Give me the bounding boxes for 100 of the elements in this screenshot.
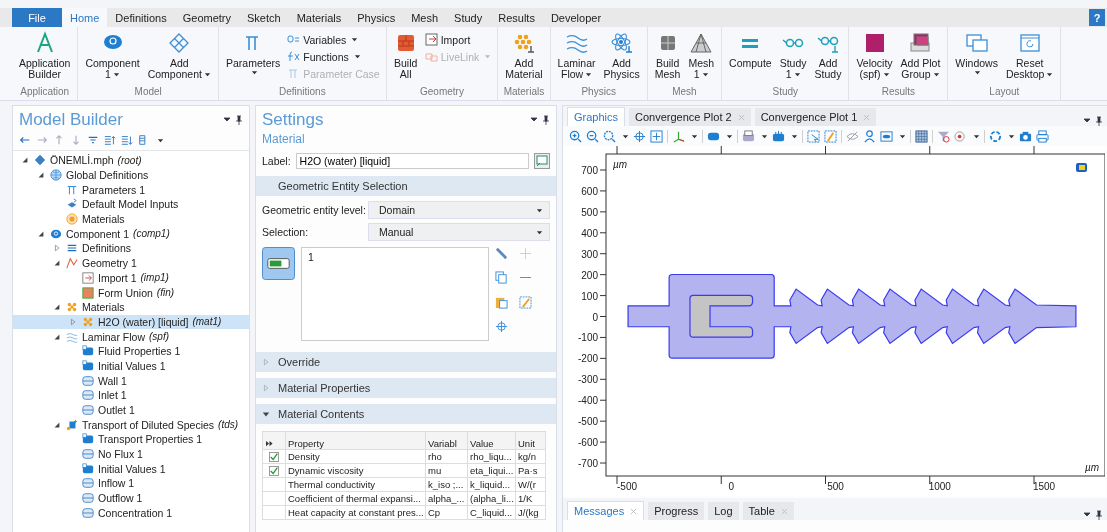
view-tab[interactable]: Messages xyxy=(567,501,645,520)
ribbon-button[interactable]: Study 1 xyxy=(775,29,811,82)
view-tab[interactable]: Graphics xyxy=(567,107,626,126)
ribbon-button[interactable]: Mesh 1 xyxy=(684,29,719,82)
ribbon-button[interactable]: Velocity (spf) xyxy=(852,29,897,82)
ribbon-tab[interactable]: Study xyxy=(446,8,491,27)
view-icon[interactable] xyxy=(1076,163,1087,172)
tree-item[interactable]: Initial Values 1 xyxy=(13,461,249,477)
camera-icon[interactable] xyxy=(1019,129,1032,143)
arrow-left-icon[interactable] xyxy=(19,134,31,146)
zoom-out-icon[interactable] xyxy=(586,129,599,143)
ribbon-tab[interactable]: Mesh xyxy=(403,8,447,27)
caret-icon[interactable] xyxy=(791,132,798,140)
expand-icon[interactable] xyxy=(121,134,133,146)
box-select-icon[interactable] xyxy=(807,129,820,143)
ribbon-small-button[interactable]: Variables xyxy=(284,31,383,48)
label-field[interactable]: H2O (water) [liquid] xyxy=(295,153,529,169)
checkbox[interactable] xyxy=(269,451,279,462)
dropdown-field[interactable]: Domain xyxy=(368,201,550,219)
tree-item[interactable]: Laminar Flow (spf) xyxy=(13,329,249,344)
caret-icon[interactable] xyxy=(899,132,906,140)
ribbon-button[interactable]: Add Study xyxy=(810,29,846,82)
collapse-icon[interactable] xyxy=(104,134,116,146)
tree-item[interactable]: Inlet 1 xyxy=(13,388,249,403)
tree-item[interactable]: Default Model Inputs xyxy=(13,197,249,212)
ribbon-tab[interactable]: Materials xyxy=(288,8,350,27)
section-header[interactable]: Override xyxy=(256,352,556,372)
section-header[interactable]: Material Properties xyxy=(256,378,556,398)
expander-icon[interactable] xyxy=(53,332,61,341)
grid-icon[interactable] xyxy=(915,129,928,143)
caret-icon[interactable] xyxy=(726,132,733,140)
paste-icon[interactable] xyxy=(495,295,508,309)
pin-icon[interactable] xyxy=(1083,510,1103,520)
tree-item[interactable]: Import 1 (imp1) xyxy=(13,270,249,286)
ribbon-button[interactable]: Add Component xyxy=(143,29,215,82)
tree-item[interactable]: Materials xyxy=(13,299,249,315)
pin-icon[interactable] xyxy=(223,115,243,125)
checkbox[interactable] xyxy=(269,465,279,476)
tree-item[interactable]: Inflow 1 xyxy=(13,476,249,491)
printer-icon[interactable] xyxy=(1036,129,1049,143)
pin-icon[interactable] xyxy=(530,115,550,125)
tree-item[interactable]: Fluid Properties 1 xyxy=(13,343,249,359)
tree-item[interactable]: Geometry 1 xyxy=(13,255,249,271)
crosshair-icon[interactable] xyxy=(495,319,508,333)
selection-list[interactable]: 1 xyxy=(301,247,489,341)
help-button[interactable]: ? xyxy=(1089,9,1105,26)
view-tab[interactable]: Progress xyxy=(648,502,705,520)
caret-icon[interactable] xyxy=(1008,132,1015,140)
ribbon-tab[interactable]: Physics xyxy=(349,8,404,27)
tree-item[interactable]: Component 1 (comp1) xyxy=(13,226,249,242)
clear-selection-icon[interactable] xyxy=(519,295,532,309)
axes-icon[interactable] xyxy=(672,129,685,143)
expander-icon[interactable] xyxy=(53,259,61,268)
ribbon-small-button[interactable]: Functions xyxy=(284,48,383,65)
copy-icon[interactable] xyxy=(495,271,508,285)
ribbon-tab[interactable]: File xyxy=(12,8,62,27)
section-header[interactable]: Material Contents xyxy=(256,404,556,424)
caret-icon[interactable] xyxy=(973,132,980,140)
ribbon-tab[interactable]: Definitions xyxy=(107,8,175,27)
eye-lines-icon[interactable] xyxy=(87,134,99,146)
ribbon-button[interactable]: Add Material xyxy=(501,29,547,82)
hide-icon[interactable] xyxy=(846,129,859,143)
ribbon-tab[interactable]: Developer xyxy=(542,8,610,27)
rotate-icon[interactable] xyxy=(989,129,1002,143)
tree-item[interactable]: Transport Properties 1 xyxy=(13,432,249,447)
caret-icon[interactable] xyxy=(691,132,698,140)
person-icon[interactable] xyxy=(863,129,876,143)
ribbon-tab[interactable]: Results xyxy=(490,8,543,27)
view-tab[interactable]: Log xyxy=(708,502,739,520)
label-edit-icon[interactable] xyxy=(534,153,550,169)
expander-icon[interactable] xyxy=(37,171,45,180)
ribbon-button[interactable]: Compute xyxy=(725,29,776,71)
tree-item[interactable]: H2O (water) [liquid] (mat1) xyxy=(13,314,249,330)
tree-item[interactable]: Transport of Diluted Species (tds) xyxy=(13,417,249,433)
ribbon-button[interactable]: Build Mesh xyxy=(650,29,685,82)
tree-item[interactable]: Outflow 1 xyxy=(13,490,249,506)
caret-icon[interactable] xyxy=(761,132,768,140)
tree-item[interactable]: Materials xyxy=(13,211,249,227)
tree-item[interactable]: Global Definitions xyxy=(13,167,249,183)
tree-item[interactable]: ÖNEMLİ.mph (root) xyxy=(13,153,249,168)
eye-window-icon[interactable] xyxy=(880,129,893,143)
ribbon-button[interactable]: Add Physics xyxy=(599,29,644,82)
ribbon-button[interactable]: Windows xyxy=(951,29,1002,78)
expander-icon[interactable] xyxy=(53,420,61,429)
palette-icon[interactable] xyxy=(954,129,967,143)
zoom-extents-icon[interactable] xyxy=(650,129,663,143)
ribbon-tab[interactable]: Geometry xyxy=(174,8,239,27)
tree-item[interactable]: Parameters 1 xyxy=(13,182,249,198)
tree-item[interactable]: Outlet 1 xyxy=(13,402,249,418)
ribbon-button[interactable]: Reset Desktop xyxy=(1001,29,1058,82)
expander-icon[interactable] xyxy=(21,156,29,165)
pin-icon[interactable] xyxy=(1083,116,1103,126)
ribbon-button[interactable]: Parameters xyxy=(221,29,285,78)
select-box-icon[interactable] xyxy=(742,129,755,143)
ribbon-tab[interactable]: Home xyxy=(62,8,108,27)
expander-icon[interactable] xyxy=(53,303,61,312)
view-tab[interactable]: Table xyxy=(742,502,794,520)
tree-item[interactable]: No Flux 1 xyxy=(13,446,249,462)
dropdown-field[interactable]: Manual xyxy=(368,223,550,241)
caret-icon[interactable] xyxy=(622,132,629,140)
